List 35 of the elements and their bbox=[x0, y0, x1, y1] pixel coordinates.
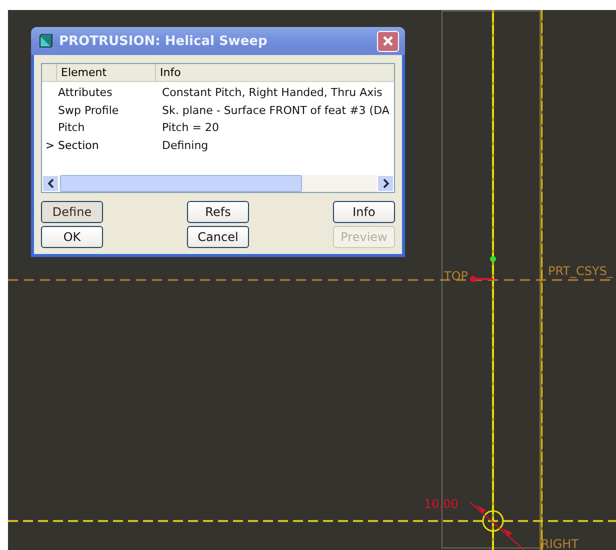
close-button[interactable] bbox=[377, 30, 399, 52]
element-name: Swp Profile bbox=[58, 102, 120, 118]
element-name: Pitch bbox=[58, 120, 86, 136]
scroll-left-button[interactable] bbox=[42, 175, 59, 192]
cube-icon bbox=[39, 34, 53, 48]
dialog-button[interactable]: Refs bbox=[187, 201, 249, 223]
column-header[interactable]: Element bbox=[56, 64, 155, 81]
scroll-thumb[interactable] bbox=[60, 175, 302, 192]
dialog-button[interactable]: Info bbox=[333, 201, 395, 223]
endpoint-dot bbox=[490, 256, 496, 262]
current-marker: > bbox=[45, 138, 55, 152]
list-row[interactable]: Attributes Constant Pitch, Right Handed, Thru Axis bbox=[42, 84, 394, 102]
list-row[interactable]: Pitch Pitch = 20 bbox=[42, 119, 394, 136]
element-info: Constant Pitch, Right Handed, Thru Axis bbox=[162, 85, 382, 101]
close-icon bbox=[382, 35, 394, 47]
window-title: PROTRUSION: Helical Sweep bbox=[59, 34, 268, 48]
element-name: Section bbox=[58, 138, 100, 154]
element-info: Pitch = 20 bbox=[162, 120, 219, 136]
datum-label: PRT_CSYS_ bbox=[548, 264, 613, 278]
dimension-arrow bbox=[470, 502, 524, 550]
horizontal-scrollbar[interactable] bbox=[42, 175, 394, 192]
dialog-button[interactable]: OK bbox=[41, 226, 103, 248]
dialog-button[interactable]: Define bbox=[41, 201, 103, 223]
dialog-button[interactable]: Cancel bbox=[187, 226, 249, 248]
scroll-right-button[interactable] bbox=[377, 175, 394, 192]
list-row[interactable]: Swp Profile Sk. plane - Surface FRONT of feat #3 (DA bbox=[42, 102, 394, 119]
endpoint-dot bbox=[470, 276, 476, 282]
datum-label: TOP bbox=[444, 269, 468, 283]
element-name: Attributes bbox=[58, 85, 114, 101]
list-row[interactable]: > Section Defining bbox=[42, 136, 394, 154]
element-info: Defining bbox=[162, 138, 208, 154]
dimension-value: 10.00 bbox=[424, 497, 458, 511]
column-header[interactable]: Info bbox=[155, 64, 181, 81]
sketch-circle bbox=[482, 510, 504, 532]
element-info: Sk. plane - Surface FRONT of feat #3 (DA bbox=[162, 102, 390, 118]
